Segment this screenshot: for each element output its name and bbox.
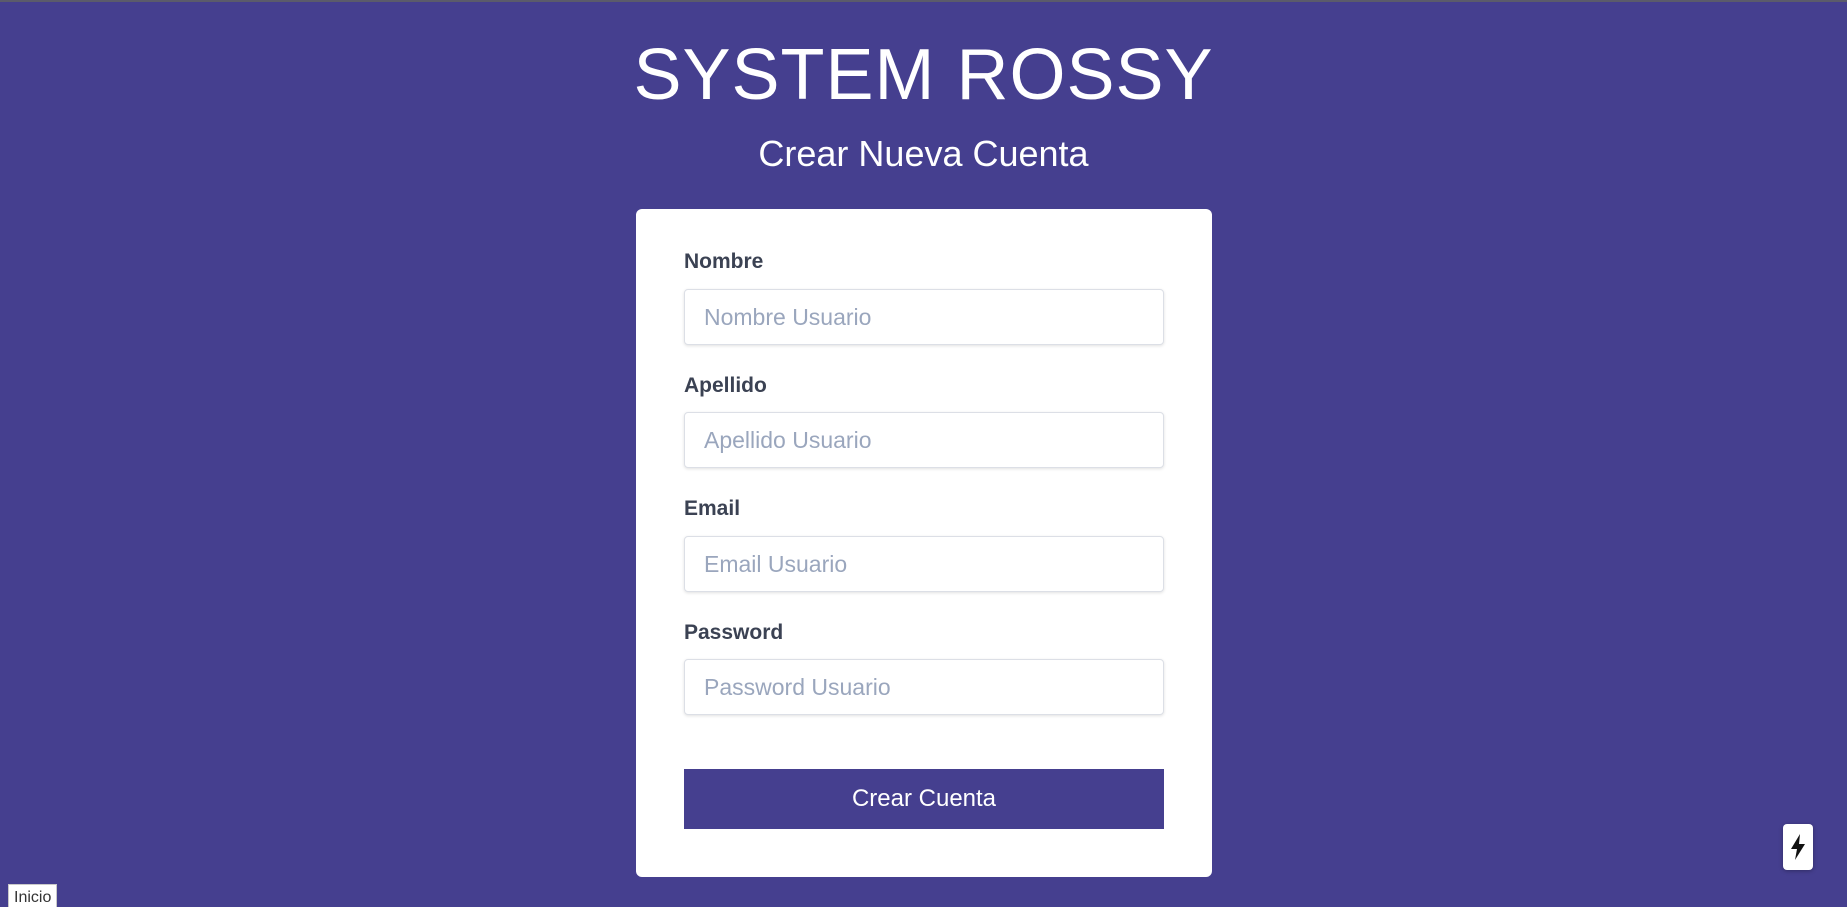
app-title: SYSTEM ROSSY: [633, 35, 1214, 115]
page-subtitle: Crear Nueva Cuenta: [758, 133, 1089, 174]
nombre-label: Nombre: [684, 250, 764, 273]
apellido-input[interactable]: [684, 412, 1164, 468]
lightning-bolt-icon: [1791, 834, 1805, 860]
email-input[interactable]: [684, 536, 1164, 592]
apellido-label: Apellido: [684, 374, 767, 397]
email-label: Email: [684, 497, 741, 520]
password-input[interactable]: [684, 659, 1164, 715]
status-link-tooltip: Inicio: [8, 884, 58, 907]
nombre-input[interactable]: [684, 289, 1164, 345]
create-account-button[interactable]: Crear Cuenta: [684, 769, 1164, 829]
signup-form-card: Nombre Apellido Email Password Crear Cue…: [636, 209, 1212, 877]
password-label: Password: [684, 621, 784, 644]
window-top-border: [0, 0, 1847, 2]
lightning-bolt-button[interactable]: [1783, 824, 1813, 870]
